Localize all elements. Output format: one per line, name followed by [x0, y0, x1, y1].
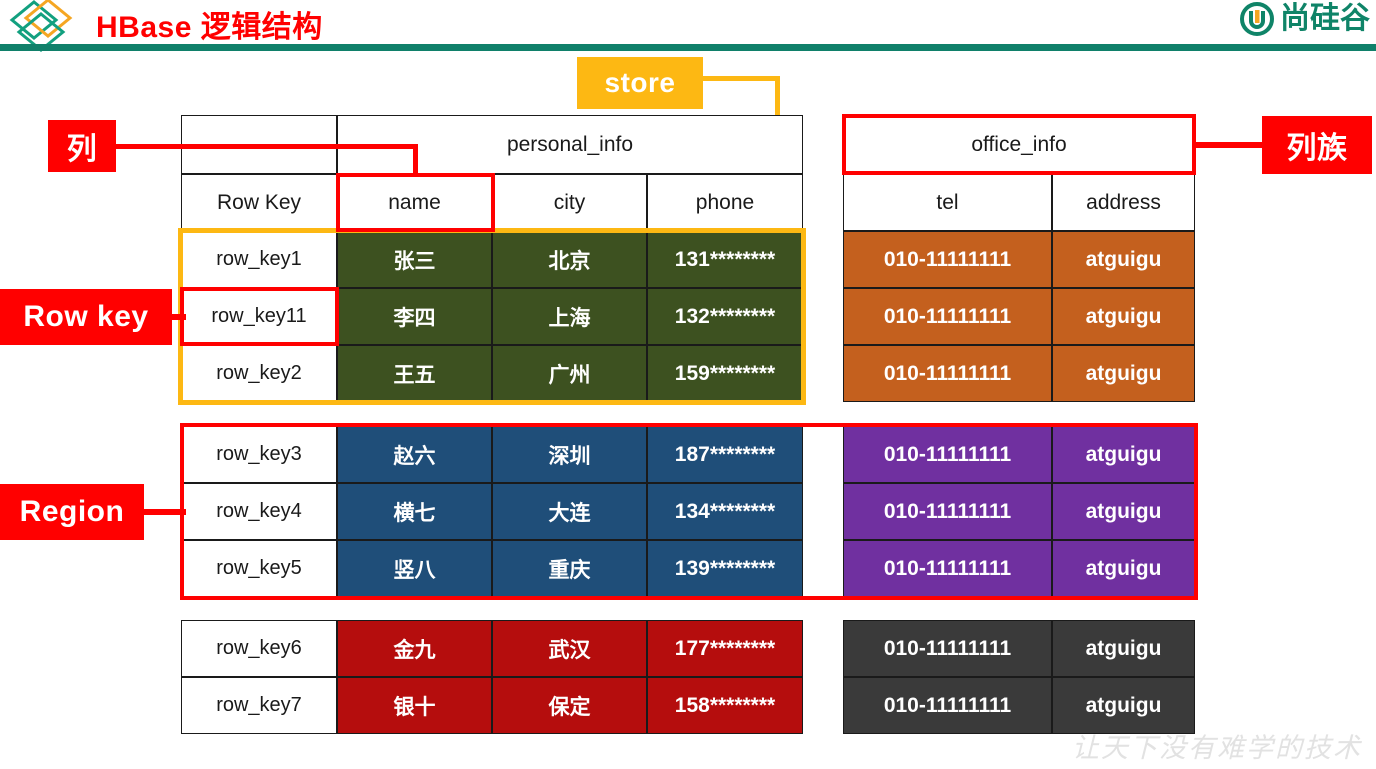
column-connector-horizontal	[116, 144, 418, 149]
cell-address: atguigu	[1052, 620, 1195, 677]
column-connector-vertical	[413, 144, 418, 176]
region-highlight-outline	[180, 423, 1198, 600]
brand: 尚硅谷	[1240, 2, 1370, 36]
column-family-highlight-outline	[842, 114, 1196, 175]
cell-tel: 010-11111111	[843, 288, 1052, 345]
column-family-personal-info-label: personal_info	[506, 132, 634, 156]
column-header-row-key-label: Row Key	[216, 190, 302, 214]
brand-text: 尚硅谷	[1280, 1, 1370, 36]
column-family-connector	[1193, 142, 1265, 148]
watermark: 让天下没有难学的技术	[1072, 733, 1362, 763]
cell-city: 保定	[492, 677, 647, 734]
store-callout: store	[577, 57, 703, 109]
cell-name: 金九	[337, 620, 492, 677]
region-callout: Region	[0, 484, 144, 540]
column-header-tel-label: tel	[936, 190, 959, 214]
cell-tel: 010-11111111	[843, 677, 1052, 734]
column-callout: 列	[48, 120, 116, 172]
cell-address: atguigu	[1052, 345, 1195, 402]
cell-tel: 010-11111111	[843, 620, 1052, 677]
cell-address: atguigu	[1052, 288, 1195, 345]
column-family-callout: 列族	[1262, 116, 1372, 174]
column-header-city-label: city	[553, 190, 586, 214]
cell-row-key: row_key7	[216, 694, 302, 716]
cell-tel: 010-11111111	[843, 231, 1052, 288]
column-family-callout-label: 列族	[1286, 132, 1348, 165]
row-key-highlight-outline	[180, 287, 339, 346]
header-divider	[0, 44, 1376, 51]
column-header-city: city	[492, 174, 647, 231]
cell-phone: 158********	[647, 677, 803, 734]
column-header-tel: tel	[843, 174, 1052, 231]
cell-city: 武汉	[492, 620, 647, 677]
store-connector-horizontal	[700, 76, 780, 81]
slide-root: HBase 逻辑结构 尚硅谷 store personal_info offic…	[0, 0, 1376, 769]
table-row: row_key7	[181, 677, 337, 734]
page-title: HBase 逻辑结构	[96, 11, 323, 44]
row-key-callout-label: Row key	[23, 300, 149, 333]
store-callout-label: store	[604, 67, 676, 98]
region-callout-label: Region	[19, 495, 125, 528]
column-header-phone: phone	[647, 174, 803, 231]
region-connector	[142, 509, 186, 515]
cell-tel: 010-11111111	[843, 345, 1052, 402]
row-key-callout: Row key	[0, 289, 172, 345]
cell-name: 银十	[337, 677, 492, 734]
atguigu-u-circle-icon	[1240, 2, 1274, 36]
cell-row-key: row_key6	[216, 637, 302, 659]
column-header-row-key: Row Key	[181, 174, 337, 231]
column-highlight-outline	[336, 173, 495, 232]
column-callout-label: 列	[66, 133, 98, 166]
cell-phone: 177********	[647, 620, 803, 677]
column-header-address: address	[1052, 174, 1195, 231]
cell-address: atguigu	[1052, 231, 1195, 288]
table-row: row_key6	[181, 620, 337, 677]
column-header-phone-label: phone	[695, 190, 755, 214]
column-header-address-label: address	[1086, 190, 1161, 214]
